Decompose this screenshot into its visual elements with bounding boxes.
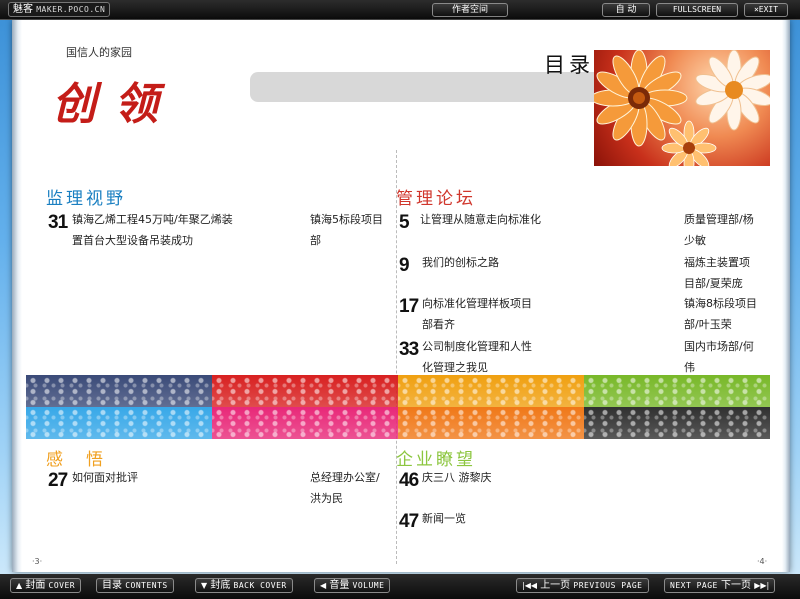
- toc-article-title[interactable]: 公司制度化管理和人性 化管理之我见: [422, 336, 532, 378]
- exit-button[interactable]: ×EXIT: [744, 3, 788, 17]
- exit-label: EXIT: [758, 5, 779, 14]
- strip-cell: [398, 375, 584, 407]
- fast-forward-icon: ▶▶|: [754, 581, 770, 590]
- previous-page-button[interactable]: |◀◀ 上一页 PREVIOUS PAGE: [516, 578, 649, 593]
- author-space-button[interactable]: 作者空间: [432, 3, 508, 17]
- strip-cell: [584, 407, 770, 439]
- contents-button[interactable]: 目录 CONTENTS: [96, 578, 174, 593]
- section-title-monitor: 监理视野: [46, 189, 126, 209]
- toc-article-author: 镇海8标段项目 部/叶玉荣: [684, 297, 757, 331]
- magazine-logo: 创领: [52, 79, 176, 130]
- brand-logo[interactable]: 魅客 MAKER.POCO.CN: [8, 2, 111, 17]
- back-cover-button[interactable]: ▼ 封底 BACK COVER: [195, 578, 293, 593]
- volume-button[interactable]: ◀ 音量 VOLUME: [314, 578, 391, 593]
- toc-article-title[interactable]: 向标准化管理样板项目 部看齐: [422, 293, 532, 335]
- flower-small: [661, 120, 717, 166]
- top-toolbar: 魅客 MAKER.POCO.CN 作者空间 自 动 FULLSCREEN ×EX…: [0, 0, 800, 20]
- toc-article-title[interactable]: 新闻一览: [422, 508, 466, 529]
- section-title-management: 管理论坛: [396, 189, 476, 209]
- toc-article-author: 镇海5标段项目 部: [310, 213, 383, 247]
- cover-button[interactable]: ▲ 封面 COVER: [10, 578, 82, 593]
- next-page-button[interactable]: NEXT PAGE 下一页 ▶▶|: [664, 578, 776, 593]
- toc-article-title[interactable]: 如何面对批评: [72, 467, 138, 488]
- left-page-number: ·3·: [32, 557, 43, 566]
- toc-page-number[interactable]: 47: [399, 511, 419, 533]
- toc-article-title[interactable]: 我们的创标之路: [422, 252, 499, 273]
- toc-page-number[interactable]: 33: [399, 339, 419, 361]
- strip-cell: [212, 407, 398, 439]
- strip-cell: [398, 407, 584, 439]
- flower-image: [594, 50, 770, 166]
- toc-article-author: 国内市场部/何 伟: [684, 340, 754, 374]
- rewind-icon: |◀◀: [522, 581, 537, 590]
- brand-name: 魅客: [13, 4, 33, 15]
- toc-article-title[interactable]: 镇海乙烯工程45万吨/年聚乙烯装 置首台大型设备吊装成功: [72, 209, 233, 251]
- triangle-up-icon: ▲: [16, 581, 23, 590]
- toc-article-title[interactable]: 庆三八 游黎庆: [422, 467, 492, 488]
- strip-cell: [26, 407, 212, 439]
- auto-play-button[interactable]: 自 动: [602, 3, 650, 17]
- page-spine-divider: [396, 150, 397, 564]
- right-page-number: ·4·: [757, 557, 768, 566]
- flower-white: [695, 50, 770, 131]
- water-drop-banner: [26, 375, 770, 439]
- speaker-icon: ◀: [320, 581, 327, 590]
- triangle-down-icon: ▼: [201, 581, 208, 590]
- bottom-toolbar: ▲ 封面 COVER 目录 CONTENTS ▼ 封底 BACK COVER ◀…: [0, 574, 800, 599]
- toc-page-number[interactable]: 17: [399, 296, 419, 318]
- toc-article-author: 质量管理部/杨 少敏: [684, 213, 754, 247]
- tagline: 国信人的家园: [66, 46, 132, 59]
- toc-page-number[interactable]: 46: [399, 470, 419, 492]
- toc-page-number[interactable]: 31: [48, 212, 68, 234]
- toc-article-title[interactable]: 让管理从随意走向标准化: [420, 209, 541, 230]
- toc-page-number[interactable]: 9: [399, 255, 410, 277]
- fullscreen-button[interactable]: FULLSCREEN: [656, 3, 738, 17]
- toc-article-author: 总经理办公室/ 洪为民: [310, 471, 380, 505]
- toc-page-number[interactable]: 5: [399, 212, 410, 234]
- brand-site: MAKER.POCO.CN: [36, 5, 106, 14]
- strip-cell: [26, 375, 212, 407]
- toc-title: 目录: [544, 53, 594, 77]
- toc-page-number[interactable]: 27: [48, 470, 68, 492]
- toc-article-author: 福炼主装置项 目部/夏荣庞: [684, 256, 750, 290]
- strip-cell: [584, 375, 770, 407]
- strip-cell: [212, 375, 398, 407]
- magazine-spread: 国信人的家园 创领 目录 监理视野 31 镇海乙烯工程45万吨/年聚乙烯装 置首…: [12, 20, 790, 572]
